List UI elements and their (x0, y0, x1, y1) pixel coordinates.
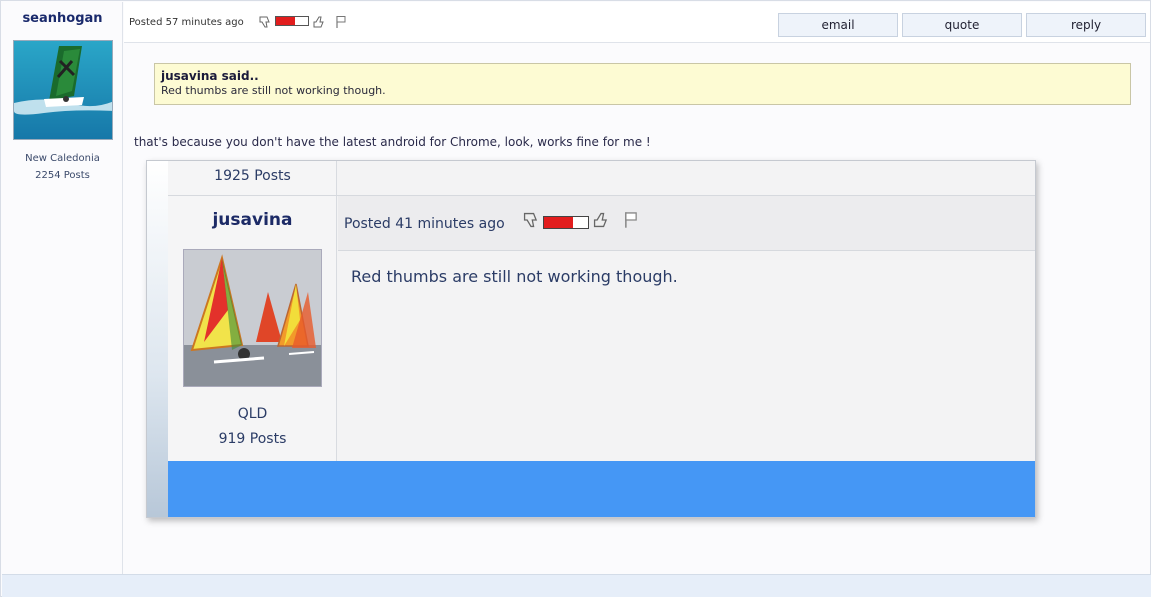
author-location: New Caledonia (25, 153, 100, 164)
embedded-screenshot: 1925 Posts jusavina QLD 919 Posts Posted… (146, 160, 1036, 518)
post-timestamp: Posted 57 minutes ago (129, 17, 244, 28)
thumbs-down-icon[interactable] (258, 14, 272, 28)
post-header: Posted 57 minutes ago email quote reply (124, 2, 1150, 43)
thumbs-down-icon (522, 211, 540, 233)
quote-text: Red thumbs are still not working though. (161, 84, 386, 97)
author-post-count: 2254 Posts (35, 170, 90, 181)
author-avatar[interactable] (13, 40, 113, 140)
embed-author-location: QLD (237, 406, 268, 422)
vote-controls (258, 13, 347, 29)
post-body: that's because you don't have the latest… (134, 135, 651, 149)
thumbs-up-icon[interactable] (312, 14, 326, 28)
forum-post: seanhogan New Caledonia 2254 Posts Poste… (0, 0, 1151, 597)
flag-icon (623, 211, 639, 233)
email-button[interactable]: email (778, 13, 898, 37)
reply-button[interactable]: reply (1026, 13, 1146, 37)
embed-author-username: jusavina (212, 210, 293, 230)
quote-author: jusavina said.. (161, 69, 259, 83)
windsurf-race-image (184, 250, 321, 386)
author-sidebar: seanhogan New Caledonia 2254 Posts (2, 2, 123, 574)
embed-author-avatar (183, 249, 322, 387)
embed-vote-controls (522, 211, 639, 233)
rating-fill (276, 17, 296, 25)
embed-post-timestamp: Posted 41 minutes ago (344, 216, 505, 232)
embed-post-message: Red thumbs are still not working though. (351, 267, 678, 286)
embed-rating-fill (544, 216, 573, 228)
post-footer (2, 574, 1151, 597)
embed-blue-bar (168, 461, 1035, 517)
quote-block: jusavina said.. Red thumbs are still not… (154, 63, 1131, 105)
embed-rating-bar (543, 215, 589, 229)
flag-icon[interactable] (335, 14, 347, 28)
embed-author-post-count: 919 Posts (218, 431, 287, 447)
thumbs-up-icon (592, 211, 610, 233)
embed-side-stripe (147, 161, 168, 517)
windsurfer-avatar-image (14, 41, 112, 139)
embed-previous-post-count: 1925 Posts (214, 168, 291, 184)
quote-button[interactable]: quote (902, 13, 1022, 37)
author-username[interactable]: seanhogan (2, 11, 123, 26)
rating-bar (275, 16, 309, 26)
